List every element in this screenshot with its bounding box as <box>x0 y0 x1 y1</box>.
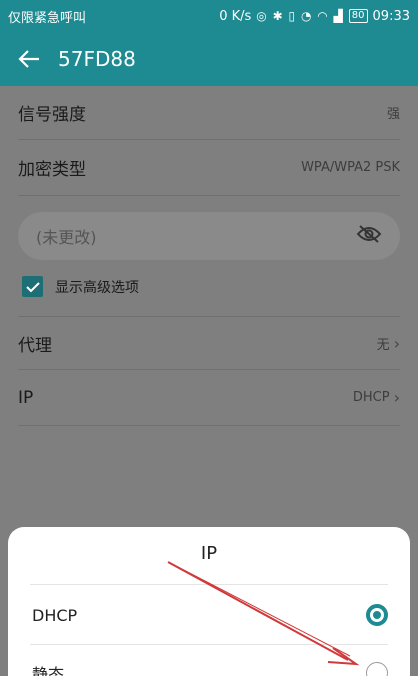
encryption-row: 加密类型 WPA/WPA2 PSK <box>18 140 400 196</box>
status-right: 0 K/s ◎ ✱ ▯ ◔ ◠ ▟ 80 09:33 <box>219 9 410 24</box>
sheet-title: IP <box>200 543 218 564</box>
chevron-right-icon: › <box>393 333 400 353</box>
app-bar: 57FD88 <box>0 32 418 86</box>
ip-options-sheet: IP DHCP 静态 <box>8 527 410 676</box>
radio-static-unselected[interactable] <box>366 662 388 676</box>
chevron-right-icon: › <box>393 388 400 407</box>
signal-strength-value: 强 <box>386 107 400 122</box>
ip-value: DHCP <box>352 390 390 405</box>
option-static[interactable]: 静态 <box>32 657 388 676</box>
signal-strength-row: 信号强度 强 <box>18 86 400 140</box>
network-speed: 0 K/s <box>219 8 252 24</box>
alarm-icon: ◔ <box>300 9 313 23</box>
clock: 09:33 <box>372 8 410 24</box>
advanced-options-row[interactable]: 显示高级选项 <box>22 276 139 297</box>
proxy-row[interactable]: 代理 无 › <box>18 316 400 370</box>
status-icons: ◎ ✱ ▯ ◔ ◠ ▟ <box>256 9 344 23</box>
option-static-label: 静态 <box>32 665 65 676</box>
proxy-label: 代理 <box>18 335 52 356</box>
proxy-value: 无 <box>376 337 390 353</box>
ip-label: IP <box>18 387 34 408</box>
status-bar: 仅限紧急呼叫 0 K/s ◎ ✱ ▯ ◔ ◠ ▟ 80 09:33 <box>0 0 418 32</box>
password-input[interactable]: (未更改) <box>18 212 400 260</box>
advanced-options-label: 显示高级选项 <box>55 279 139 296</box>
vibrate-icon: ▯ <box>288 9 297 23</box>
option-dhcp-label: DHCP <box>32 605 78 625</box>
bluetooth-icon: ✱ <box>272 9 284 23</box>
option-dhcp[interactable]: DHCP <box>32 599 388 631</box>
password-placeholder: (未更改) <box>36 228 97 247</box>
battery-icon: 80 <box>348 9 368 23</box>
encryption-value: WPA/WPA2 PSK <box>301 160 400 175</box>
back-arrow-icon[interactable] <box>0 32 58 86</box>
eye-off-icon[interactable] <box>356 224 382 248</box>
divider <box>30 584 388 585</box>
wifi-icon: ◠ <box>317 9 329 23</box>
carrier-text: 仅限紧急呼叫 <box>8 10 87 26</box>
signal-strength-label: 信号强度 <box>18 105 86 125</box>
page-title: 57FD88 <box>58 47 136 71</box>
encryption-label: 加密类型 <box>18 160 86 180</box>
nfc-icon: ◎ <box>256 9 268 23</box>
advanced-options-checkbox[interactable] <box>22 276 43 297</box>
signal-icon: ▟ <box>333 9 344 23</box>
radio-dhcp-selected[interactable] <box>366 604 388 626</box>
ip-row[interactable]: IP DHCP › <box>18 370 400 426</box>
divider <box>30 644 388 645</box>
